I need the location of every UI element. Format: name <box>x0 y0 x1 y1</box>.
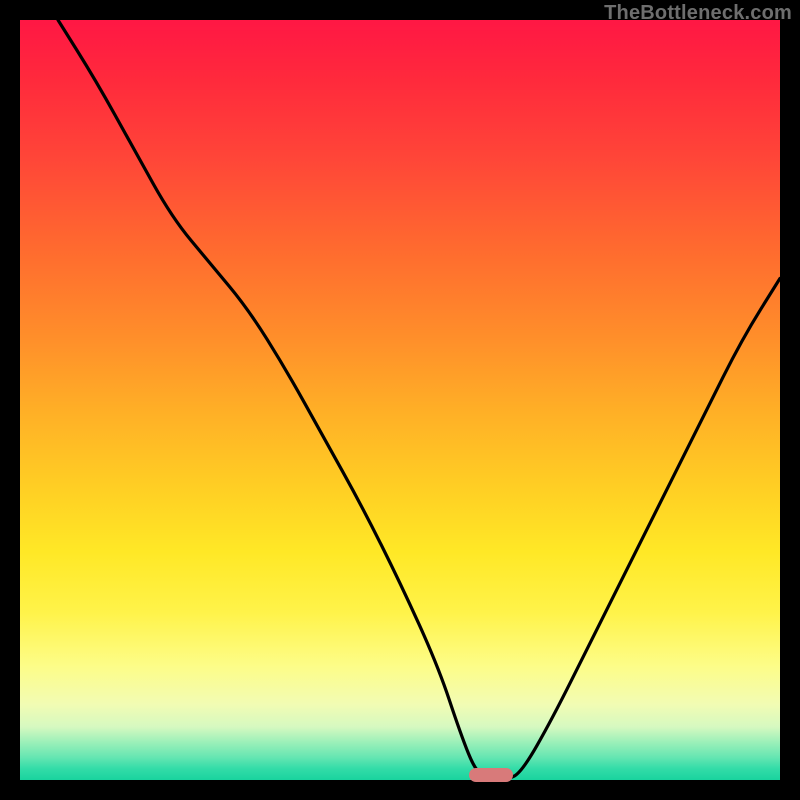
bottleneck-curve <box>20 20 780 780</box>
chart-plot-area <box>20 20 780 780</box>
optimal-marker <box>469 768 513 782</box>
chart-frame: TheBottleneck.com <box>0 0 800 800</box>
